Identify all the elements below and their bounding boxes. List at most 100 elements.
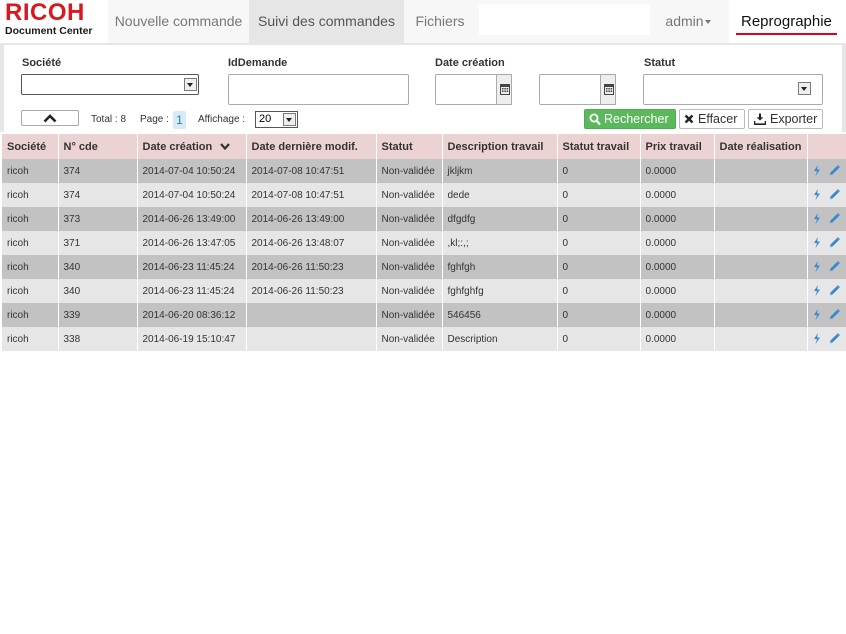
clear-button[interactable]: Effacer <box>679 109 745 129</box>
iddemande-input[interactable] <box>228 74 409 105</box>
user-menu[interactable]: admin <box>655 0 721 43</box>
cell-statut: Non-validée <box>376 327 443 351</box>
table-row[interactable]: ricoh 340 2014-06-23 11:45:24 2014-06-26 11… <box>2 255 846 279</box>
pencil-icon[interactable] <box>829 285 840 296</box>
cell-statut-travail: 0 <box>557 231 641 255</box>
table-row[interactable]: ricoh 374 2014-07-04 10:50:24 2014-07-08 10… <box>2 159 846 183</box>
cell-statut-travail: 0 <box>557 279 641 303</box>
cell-prix-travail: 0.0000 <box>640 327 715 351</box>
column-header-numero-cde[interactable]: N° cde <box>58 134 138 159</box>
cell-date-modif: 2014-07-08 10:47:51 <box>246 183 377 207</box>
download-icon <box>754 113 766 125</box>
cell-statut-travail: 0 <box>557 207 641 231</box>
lightning-icon[interactable] <box>813 165 821 177</box>
table-body: ricoh 374 2014-07-04 10:50:24 2014-07-08 10… <box>2 159 846 351</box>
cell-societe: ricoh <box>2 183 59 207</box>
calendar-icon[interactable] <box>600 74 616 105</box>
cell-description: 546456 <box>442 303 558 327</box>
table-row[interactable]: ricoh 373 2014-06-26 13:49:00 2014-06-26 13… <box>2 207 846 231</box>
top-navbar: RICOH Document Center Nouvelle commande … <box>0 0 846 43</box>
lightning-icon[interactable] <box>813 237 821 249</box>
cell-date-creation: 2014-07-04 10:50:24 <box>137 159 247 183</box>
close-icon <box>684 114 694 124</box>
nav-search-area[interactable] <box>479 4 650 35</box>
statut-select[interactable] <box>643 74 823 105</box>
pencil-icon[interactable] <box>829 309 840 320</box>
cell-statut-travail: 0 <box>557 183 641 207</box>
column-header-statut[interactable]: Statut <box>376 134 443 159</box>
cell-statut-travail: 0 <box>557 159 641 183</box>
logo-subtitle: Document Center <box>5 25 93 37</box>
column-header-societe[interactable]: Société <box>2 134 59 159</box>
column-header-date-realisation[interactable]: Date réalisation <box>714 134 808 159</box>
pencil-icon[interactable] <box>829 165 840 176</box>
row-actions <box>807 159 846 183</box>
column-header-date-modif[interactable]: Date dernière modif. <box>246 134 377 159</box>
lightning-icon[interactable] <box>813 285 821 297</box>
tab-suivi-des-commandes[interactable]: Suivi des commandes <box>249 0 404 43</box>
column-header-description[interactable]: Description travail <box>442 134 558 159</box>
column-header-date-creation[interactable]: Date création <box>137 134 247 159</box>
pencil-icon[interactable] <box>829 189 840 200</box>
lightning-icon[interactable] <box>813 333 821 345</box>
cell-date-modif: 2014-06-26 11:50:23 <box>246 279 377 303</box>
lightning-icon[interactable] <box>813 261 821 273</box>
calendar-icon[interactable] <box>496 74 512 105</box>
chevron-up-icon <box>43 114 57 123</box>
cell-date-modif: 2014-06-26 11:50:23 <box>246 255 377 279</box>
cell-statut: Non-validée <box>376 207 443 231</box>
cell-date-creation: 2014-06-23 11:45:24 <box>137 255 247 279</box>
sort-descending-icon <box>220 143 231 151</box>
pencil-icon[interactable] <box>829 237 840 248</box>
product-name: Reprographie <box>741 13 832 30</box>
cell-description: ,kl;:,; <box>442 231 558 255</box>
cell-description: fghfghfg <box>442 279 558 303</box>
row-actions <box>807 183 846 207</box>
row-actions <box>807 231 846 255</box>
column-header-prix-travail[interactable]: Prix travail <box>640 134 715 159</box>
societe-select[interactable] <box>21 74 199 95</box>
page-number-button[interactable]: 1 <box>173 111 186 129</box>
table-row[interactable]: ricoh 371 2014-06-26 13:47:05 2014-06-26 13… <box>2 231 846 255</box>
lightning-icon[interactable] <box>813 189 821 201</box>
cell-prix-travail: 0.0000 <box>640 303 715 327</box>
date-creation-label: Date création <box>435 57 505 69</box>
cell-numero-cde: 371 <box>58 231 138 255</box>
date-to-input[interactable] <box>539 74 602 105</box>
date-from-input[interactable] <box>435 74 498 105</box>
table-row[interactable]: ricoh 338 2014-06-19 15:10:47 Non-validée De… <box>2 327 846 351</box>
cell-date-realisation <box>714 207 808 231</box>
table-row[interactable]: ricoh 374 2014-07-04 10:50:24 2014-07-08 10… <box>2 183 846 207</box>
total-count: Total : 8 <box>91 114 127 125</box>
page-size-select[interactable]: 20 <box>255 111 298 128</box>
table-row[interactable]: ricoh 340 2014-06-23 11:45:24 2014-06-26 11… <box>2 279 846 303</box>
chevron-down-icon <box>798 82 811 95</box>
export-button[interactable]: Exporter <box>748 109 823 129</box>
filter-panel-body: Société IdDemande Date création Statut T… <box>4 45 842 132</box>
collapse-filters-button[interactable] <box>21 110 79 126</box>
export-button-label: Exporter <box>770 112 818 126</box>
lightning-icon[interactable] <box>813 309 821 321</box>
page-size-value: 20 <box>259 113 272 125</box>
cell-date-creation: 2014-06-26 13:47:05 <box>137 231 247 255</box>
cell-description: dfgdfg <box>442 207 558 231</box>
cell-date-realisation <box>714 279 808 303</box>
tab-fichiers[interactable]: Fichiers <box>404 0 476 43</box>
ricoh-logo[interactable]: RICOH Document Center <box>0 0 108 43</box>
cell-prix-travail: 0.0000 <box>640 207 715 231</box>
pencil-icon[interactable] <box>829 213 840 224</box>
cell-statut-travail: 0 <box>557 303 641 327</box>
pencil-icon[interactable] <box>829 333 840 344</box>
cell-date-realisation <box>714 231 808 255</box>
search-button[interactable]: Rechercher <box>584 109 676 129</box>
pencil-icon[interactable] <box>829 261 840 272</box>
lightning-icon[interactable] <box>813 213 821 225</box>
cell-prix-travail: 0.0000 <box>640 255 715 279</box>
cell-numero-cde: 373 <box>58 207 138 231</box>
column-header-statut-travail[interactable]: Statut travail <box>557 134 641 159</box>
cell-statut: Non-validée <box>376 183 443 207</box>
search-button-label: Rechercher <box>604 112 669 126</box>
cell-statut-travail: 0 <box>557 327 641 351</box>
tab-nouvelle-commande[interactable]: Nouvelle commande <box>108 0 249 43</box>
table-row[interactable]: ricoh 339 2014-06-20 08:36:12 Non-validée 54… <box>2 303 846 327</box>
